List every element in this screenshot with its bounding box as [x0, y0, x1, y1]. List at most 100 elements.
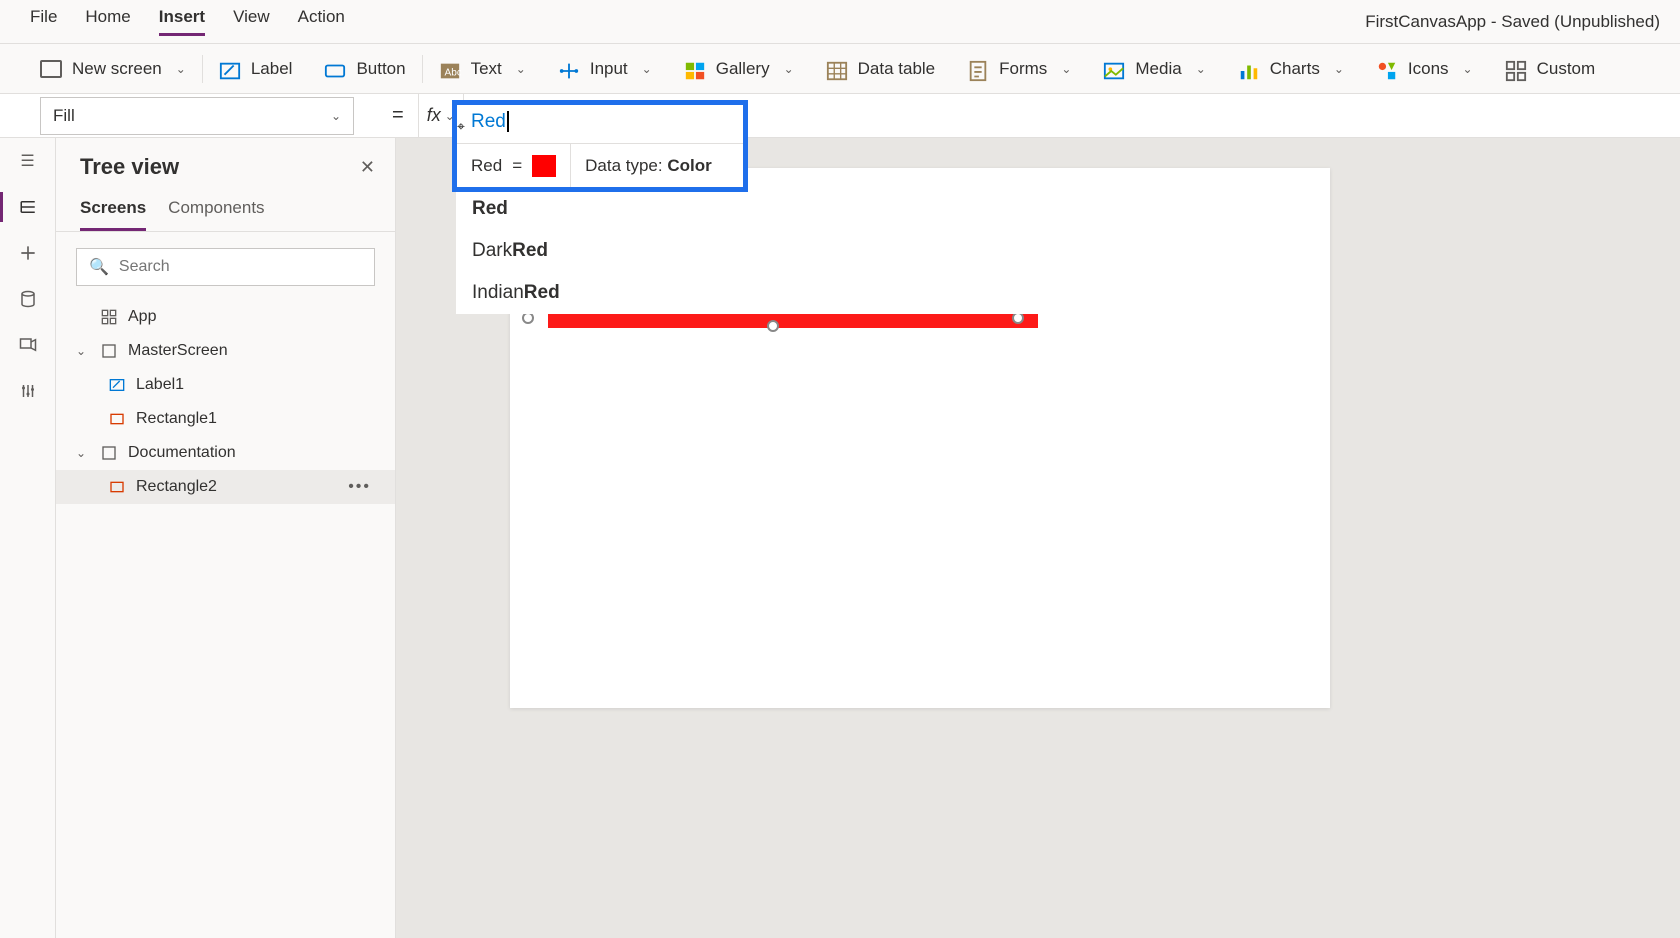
ribbon: New screen ⌄ Label Button Abc Text ⌄ Inp…	[0, 44, 1680, 94]
more-icon[interactable]: •••	[348, 478, 383, 496]
autocomplete-item[interactable]: DarkRed	[456, 230, 1096, 272]
custom-label: Custom	[1537, 59, 1596, 79]
icons-label: Icons	[1408, 59, 1449, 79]
tree-node-app[interactable]: App	[56, 300, 395, 334]
input-label: Input	[590, 59, 628, 79]
hamburger-icon[interactable]: ☰	[17, 152, 39, 170]
tooltip-name: Red	[471, 156, 502, 176]
custom-button[interactable]: Custom	[1489, 44, 1612, 93]
resize-handle-middle[interactable]	[767, 320, 779, 332]
chevron-down-icon: ⌄	[176, 62, 186, 76]
chevron-down-icon[interactable]: ⌄	[76, 344, 90, 358]
datatype-value: Color	[667, 156, 711, 175]
menu-bar: File Home Insert View Action FirstCanvas…	[0, 0, 1680, 44]
media-rail-icon[interactable]	[17, 336, 39, 354]
tree-search[interactable]: 🔍	[76, 248, 375, 286]
charts-icon	[1238, 60, 1260, 78]
input-icon	[558, 60, 580, 78]
formula-input-highlight: Red Red = Data type: Color	[452, 100, 748, 192]
app-icon	[100, 309, 118, 325]
autocomplete-item[interactable]: IndianRed	[456, 272, 1096, 314]
search-input[interactable]	[119, 258, 362, 276]
color-swatch	[532, 155, 556, 177]
chevron-down-icon: ⌄	[1196, 62, 1206, 76]
gallery-label: Gallery	[716, 59, 770, 79]
tree-node-rectangle2[interactable]: Rectangle2 •••	[56, 470, 395, 504]
autocomplete-item[interactable]: Red	[456, 188, 1096, 230]
node-label: Documentation	[128, 444, 236, 462]
forms-label: Forms	[999, 59, 1047, 79]
tab-components[interactable]: Components	[168, 192, 264, 231]
datatable-label: Data table	[858, 59, 936, 79]
label-button[interactable]: Label	[203, 44, 309, 93]
settings-rail-icon[interactable]	[17, 382, 39, 400]
tree-node-rectangle1[interactable]: Rectangle1	[56, 402, 395, 436]
data-icon[interactable]	[17, 290, 39, 308]
text-button[interactable]: Abc Text ⌄	[423, 44, 542, 93]
menu-home[interactable]: Home	[85, 7, 130, 36]
svg-text:Abc: Abc	[444, 67, 461, 78]
button-label: Button	[356, 59, 405, 79]
button-icon	[324, 60, 346, 78]
node-label: Rectangle2	[136, 478, 217, 496]
chevron-down-icon: ⌄	[331, 109, 341, 123]
tree-node-label1[interactable]: Label1	[56, 368, 395, 402]
datatable-button[interactable]: Data table	[810, 44, 952, 93]
charts-button[interactable]: Charts ⌄	[1222, 44, 1360, 93]
tree-view-icon[interactable]	[17, 198, 39, 216]
media-icon	[1103, 60, 1125, 78]
left-rail: ☰	[0, 138, 56, 938]
node-label: Label1	[136, 376, 184, 394]
label-icon	[108, 377, 126, 393]
gallery-icon	[684, 60, 706, 78]
formula-tooltip: Red = Data type: Color	[457, 143, 743, 187]
tree-panel: Tree view ✕ Screens Components 🔍 App ⌄ M…	[56, 138, 396, 938]
chevron-down-icon: ⌄	[784, 62, 794, 76]
chevron-down-icon: ⌄	[642, 62, 652, 76]
forms-button[interactable]: Forms ⌄	[951, 44, 1087, 93]
icons-button[interactable]: Icons ⌄	[1360, 44, 1489, 93]
label-edit-icon	[219, 60, 241, 78]
app-title: FirstCanvasApp - Saved (Unpublished)	[1365, 12, 1660, 32]
rectangle-icon	[108, 479, 126, 495]
input-button[interactable]: Input ⌄	[542, 44, 668, 93]
new-screen-button[interactable]: New screen ⌄	[24, 44, 202, 93]
gallery-button[interactable]: Gallery ⌄	[668, 44, 810, 93]
property-selector[interactable]: Fill ⌄	[40, 97, 354, 135]
custom-icon	[1505, 60, 1527, 78]
checkbox-icon[interactable]	[100, 445, 118, 461]
close-icon[interactable]: ✕	[360, 157, 375, 178]
button-button[interactable]: Button	[308, 44, 421, 93]
charts-label: Charts	[1270, 59, 1320, 79]
text-label: Text	[471, 59, 502, 79]
node-label: MasterScreen	[128, 342, 228, 360]
menu-file[interactable]: File	[30, 7, 57, 36]
fx-icon: fx	[427, 105, 441, 126]
tab-screens[interactable]: Screens	[80, 192, 146, 231]
chevron-down-icon[interactable]: ⌄	[76, 446, 90, 460]
menu-insert[interactable]: Insert	[159, 7, 205, 36]
media-button[interactable]: Media ⌄	[1087, 44, 1221, 93]
menu-view[interactable]: View	[233, 7, 270, 36]
chevron-down-icon: ⌄	[1334, 62, 1344, 76]
chevron-down-icon: ⌄	[1061, 62, 1071, 76]
chevron-down-icon: ⌄	[1463, 62, 1473, 76]
tree-node-masterscreen[interactable]: ⌄ MasterScreen	[56, 334, 395, 368]
screen-icon	[40, 60, 62, 78]
plus-icon[interactable]	[17, 244, 39, 262]
rectangle-icon	[108, 411, 126, 427]
search-icon: 🔍	[89, 257, 109, 277]
chevron-down-icon: ⌄	[516, 62, 526, 76]
tree-title: Tree view	[80, 154, 179, 180]
node-label: Rectangle1	[136, 410, 217, 428]
checkbox-icon[interactable]	[100, 343, 118, 359]
node-label: App	[128, 308, 156, 326]
forms-icon	[967, 60, 989, 78]
menu-action[interactable]: Action	[298, 7, 345, 36]
equals-sign: =	[378, 104, 418, 127]
formula-input[interactable]: Red	[457, 105, 743, 145]
datatype-label: Data type:	[585, 156, 667, 175]
tree-node-documentation[interactable]: ⌄ Documentation	[56, 436, 395, 470]
new-screen-label: New screen	[72, 59, 162, 79]
shapes-icon	[1376, 60, 1398, 78]
